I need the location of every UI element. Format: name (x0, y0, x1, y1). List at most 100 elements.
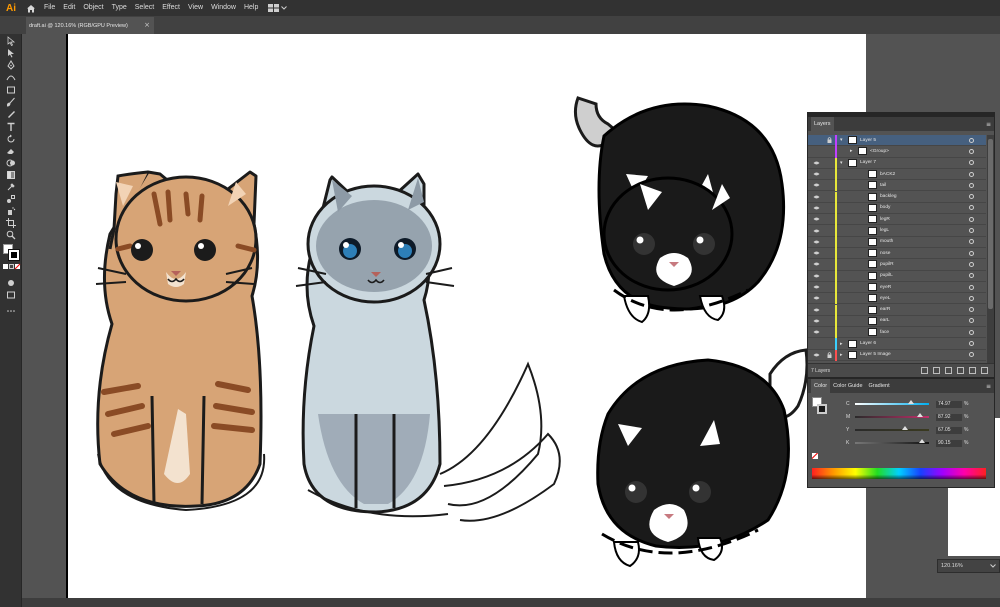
target-circle-icon[interactable] (969, 307, 974, 313)
rotate-tool-icon[interactable] (5, 134, 17, 144)
lock-icon[interactable] (825, 352, 833, 358)
slider-c[interactable]: C 74.97 % (846, 399, 994, 409)
target-circle-icon[interactable] (969, 261, 974, 267)
panel-menu-icon[interactable]: ≡ (986, 383, 991, 390)
layer-name[interactable]: Layer 6 (860, 341, 876, 346)
visibility-eye-icon[interactable] (812, 308, 820, 312)
layer-row[interactable]: bACK2 (808, 168, 986, 181)
slider-value-field[interactable]: 87.92 (936, 413, 962, 421)
chevron-right-icon[interactable]: ▸ (840, 352, 843, 358)
layer-name[interactable]: <Group> (870, 149, 889, 154)
layer-row[interactable]: ▸ Layer 6 (808, 338, 986, 350)
layer-row[interactable]: legR (808, 214, 986, 226)
zoom-control[interactable]: 120.16% (937, 559, 1000, 573)
draw-mode-icon[interactable] (5, 278, 17, 288)
document-tab[interactable]: draft.ai @ 120.16% (RGB/GPU Preview) × (26, 17, 154, 34)
layer-row[interactable]: pupilL (808, 270, 986, 282)
visibility-eye-icon[interactable] (812, 251, 820, 255)
selection-tool-icon[interactable] (5, 36, 17, 46)
color-mode-icons[interactable] (3, 263, 21, 270)
target-circle-icon[interactable] (969, 194, 974, 200)
layer-row[interactable]: mouth (808, 236, 986, 248)
target-circle-icon[interactable] (969, 284, 974, 290)
menu-window[interactable]: Window (207, 0, 240, 16)
layer-name[interactable]: tail (880, 183, 886, 188)
target-circle-icon[interactable] (969, 352, 974, 358)
visibility-eye-icon[interactable] (812, 296, 820, 300)
gradient-tool-icon[interactable] (5, 170, 17, 180)
trash-icon[interactable] (981, 367, 988, 374)
eraser-tool-icon[interactable] (5, 146, 17, 156)
target-circle-icon[interactable] (969, 341, 974, 347)
layer-row[interactable]: eyeL (808, 293, 986, 305)
target-circle-icon[interactable] (969, 318, 974, 324)
visibility-eye-icon[interactable] (812, 172, 820, 176)
slider-m[interactable]: M 87.92 % (846, 412, 994, 422)
layer-row[interactable]: earR (808, 304, 986, 316)
visibility-eye-icon[interactable] (812, 229, 820, 233)
symbol-sprayer-tool-icon[interactable] (5, 206, 17, 216)
visibility-eye-icon[interactable] (812, 319, 820, 323)
target-circle-icon[interactable] (969, 148, 974, 154)
layer-row[interactable]: ▸ <Group> (808, 146, 986, 158)
layer-row[interactable]: ▾ Layer 7 (808, 157, 986, 169)
new-sublayer-icon[interactable] (957, 367, 964, 374)
menu-file[interactable]: File (40, 0, 59, 16)
layer-row[interactable]: eyeR (808, 281, 986, 294)
blend-tool-icon[interactable] (5, 194, 17, 204)
layer-row[interactable]: tail (808, 180, 986, 192)
target-circle-icon[interactable] (969, 250, 974, 256)
paintbrush-tool-icon[interactable] (5, 97, 17, 107)
pencil-tool-icon[interactable] (5, 109, 17, 119)
type-tool-icon[interactable] (5, 122, 17, 132)
layer-name[interactable]: eyeL (880, 296, 890, 301)
menu-object[interactable]: Object (79, 0, 107, 16)
layer-name[interactable]: Layer 5 Image (860, 352, 891, 357)
visibility-eye-icon[interactable] (812, 240, 820, 244)
menu-edit[interactable]: Edit (59, 0, 79, 16)
layer-row[interactable]: ▸ Layer 5 Image (808, 349, 986, 361)
visibility-eye-icon[interactable] (812, 274, 820, 278)
target-circle-icon[interactable] (969, 171, 974, 177)
clipping-mask-icon[interactable] (945, 367, 952, 374)
visibility-eye-icon[interactable] (812, 161, 820, 165)
layer-name[interactable]: eyeR (880, 285, 891, 290)
zoom-tool-icon[interactable] (5, 230, 17, 240)
artboard[interactable] (66, 34, 866, 599)
menu-effect[interactable]: Effect (158, 0, 184, 16)
chevron-down-icon[interactable]: ▾ (840, 160, 843, 166)
layer-name[interactable]: pupilL (880, 273, 893, 278)
slider-y[interactable]: Y 67.05 % (846, 425, 994, 435)
target-circle-icon[interactable] (969, 137, 974, 143)
shape-builder-tool-icon[interactable] (5, 158, 17, 168)
artboard-tool-icon[interactable] (5, 218, 17, 228)
menu-view[interactable]: View (184, 0, 207, 16)
layers-scrollbar[interactable] (987, 135, 994, 363)
layer-name[interactable]: mouth (880, 239, 893, 244)
layer-row[interactable]: nose (808, 248, 986, 260)
new-layer-icon[interactable] (969, 367, 976, 374)
slider-k[interactable]: K 90.15 % (846, 438, 994, 448)
target-circle-icon[interactable] (969, 182, 974, 188)
fill-stroke-indicator[interactable] (812, 397, 828, 417)
visibility-eye-icon[interactable] (812, 353, 820, 357)
layer-row[interactable]: legL (808, 225, 986, 237)
target-circle-icon[interactable] (969, 295, 974, 301)
layer-name[interactable]: Layer 7 (860, 160, 876, 165)
layer-name[interactable]: body (880, 205, 890, 210)
chevron-right-icon[interactable]: ▸ (840, 341, 843, 347)
lock-icon[interactable] (825, 137, 833, 144)
more-tools-icon[interactable] (5, 306, 17, 316)
horizontal-scrollbar[interactable] (22, 598, 1000, 607)
target-circle-icon[interactable] (969, 216, 974, 222)
chevron-down-icon[interactable]: ▾ (840, 137, 843, 143)
tab-color-guide[interactable]: Color Guide (830, 383, 865, 389)
screen-mode-icon[interactable] (5, 290, 17, 300)
export-icon[interactable] (921, 367, 928, 374)
layer-row[interactable]: backleg (808, 191, 986, 203)
layer-row[interactable]: ▾ Layer 5 (808, 135, 986, 147)
layer-name[interactable]: face (880, 330, 889, 335)
layer-name[interactable]: Layer 5 (860, 138, 876, 143)
layer-name[interactable]: nose (880, 251, 890, 256)
layer-name[interactable]: bACK2 (880, 172, 895, 177)
